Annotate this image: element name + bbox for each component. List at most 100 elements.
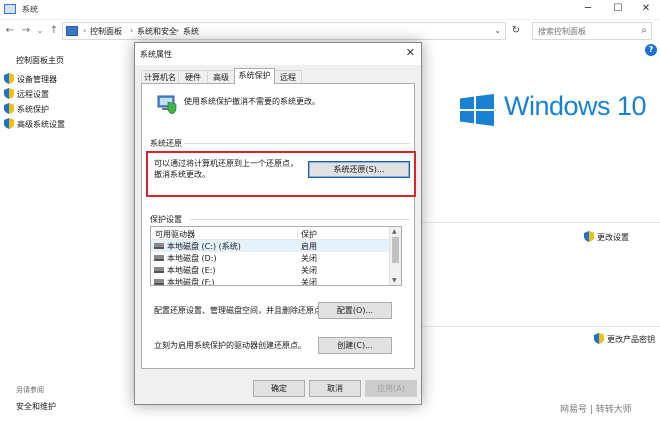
group-divider — [190, 219, 410, 220]
watermark-text: 网易号 | 转转大师 — [560, 405, 632, 415]
scroll-down-icon[interactable]: ▼ — [392, 277, 397, 284]
up-icon[interactable]: ↑ — [48, 24, 60, 38]
tab-system-protection[interactable]: 系统保护 — [234, 68, 275, 84]
hard-drive-icon — [154, 255, 164, 261]
refresh-icon[interactable]: ↻ — [510, 24, 522, 38]
search-box[interactable]: ⌕ — [532, 22, 652, 40]
system-protection-icon — [157, 95, 177, 114]
shield-icon — [4, 103, 14, 114]
address-bar[interactable]: › 控制面板 › 系统和安全 › 系统 ⌄ — [62, 22, 506, 40]
sidebar-control-panel-home[interactable]: 控制面板主页 — [16, 55, 64, 66]
dialog-title: 系统属性 — [140, 50, 172, 59]
tab-remote[interactable]: 远程 — [274, 70, 302, 84]
see-also-heading: 另请参阅 — [16, 386, 44, 394]
help-icon[interactable]: ? — [645, 44, 657, 56]
section-divider — [420, 222, 660, 223]
drive-protection-status: 关闭 — [301, 266, 317, 275]
drive-name: 本地磁盘 (F:) — [167, 278, 215, 286]
shield-icon — [4, 73, 14, 84]
apply-button[interactable]: 应用(A) — [365, 380, 417, 397]
drive-protection-status: 启用 — [301, 242, 317, 251]
sidebar-item-label: 系统保护 — [17, 105, 49, 114]
breadcrumb-control-panel[interactable]: 控制面板 — [90, 26, 122, 37]
create-button[interactable]: 创建(C)... — [318, 337, 392, 354]
configure-button[interactable]: 配置(O)... — [318, 302, 392, 319]
minimize-icon[interactable]: ─ — [576, 2, 600, 16]
list-scrollbar[interactable]: ▲ ▼ — [389, 227, 401, 285]
table-row[interactable]: 本地磁盘 (E:) 关闭 — [151, 264, 389, 276]
drive-protection-status: 关闭 — [301, 278, 317, 286]
drive-name: 本地磁盘 (E:) — [167, 266, 216, 275]
change-settings-label: 更改设置 — [597, 233, 629, 242]
shield-icon — [4, 88, 14, 99]
dialog-title-bar: 系统属性 ✕ — [135, 43, 421, 65]
sidebar-item-label: 设备管理器 — [17, 75, 57, 84]
window-title-bar: 系统 ─ ☐ ✕ — [0, 0, 660, 20]
sidebar-item-device-manager[interactable]: 设备管理器 — [4, 73, 57, 87]
shield-icon — [4, 118, 14, 129]
breadcrumb-separator-icon: › — [130, 26, 134, 35]
column-header-drives[interactable]: 可用驱动器 — [155, 229, 195, 240]
system-protection-panel: 使用系统保护撤消不需要的系统更改。 系统还原 可以通过将计算机还原到上一个还原点… — [141, 83, 416, 369]
table-row[interactable]: 本地磁盘 (C:) (系统) 启用 — [151, 240, 389, 252]
restore-description: 可以通过将计算机还原到上一个还原点，撤消系统更改。 — [154, 159, 298, 179]
drive-name: 本地磁盘 (D:) — [167, 254, 217, 263]
breadcrumb-separator-icon: › — [83, 26, 87, 35]
protection-description: 使用系统保护撤消不需要的系统更改。 — [184, 97, 320, 106]
address-dropdown-icon[interactable]: ⌄ — [494, 26, 501, 35]
search-icon[interactable]: ⌕ — [641, 25, 647, 36]
scroll-up-icon[interactable]: ▲ — [392, 228, 397, 235]
shield-icon — [584, 231, 594, 242]
sidebar-item-remote-settings[interactable]: 远程设置 — [4, 88, 49, 102]
hard-drive-icon — [154, 279, 164, 285]
security-maintenance-link[interactable]: 安全和维护 — [16, 401, 56, 412]
table-row[interactable]: 本地磁盘 (D:) 关闭 — [151, 252, 389, 264]
configure-description: 配置还原设置、管理磁盘空间，并且删除还原点。 — [154, 306, 330, 315]
cancel-button[interactable]: 取消 — [309, 380, 361, 397]
control-panel-icon — [66, 26, 78, 36]
ok-button[interactable]: 确定 — [253, 380, 305, 397]
hard-drive-icon — [154, 267, 164, 273]
protection-settings-group-label: 保护设置 — [150, 215, 182, 224]
create-description: 立刻为启用系统保护的驱动器创建还原点。 — [154, 341, 306, 350]
forward-icon[interactable]: → — [20, 24, 32, 38]
change-settings-link[interactable]: 更改设置 — [584, 231, 629, 243]
window-title: 系统 — [22, 5, 38, 14]
windows-brand-text: Windows 10 — [504, 91, 647, 121]
shield-icon — [594, 333, 604, 344]
dialog-close-icon[interactable]: ✕ — [406, 46, 415, 59]
group-divider — [184, 143, 410, 144]
system-restore-button[interactable]: 系统还原(S)... — [308, 161, 410, 178]
column-header-protection[interactable]: 保护 — [301, 229, 317, 240]
system-restore-group-label: 系统还原 — [150, 139, 182, 148]
scroll-thumb[interactable] — [392, 237, 399, 263]
sidebar-item-system-protection[interactable]: 系统保护 — [4, 103, 49, 117]
tab-advanced[interactable]: 高级 — [207, 70, 235, 84]
change-product-key-link[interactable]: 更改产品密钥 — [594, 333, 655, 345]
sidebar-item-label: 远程设置 — [17, 90, 49, 99]
recent-chevron-icon[interactable]: ⌄ — [34, 24, 46, 38]
close-icon[interactable]: ✕ — [634, 2, 658, 16]
tab-computer-name[interactable]: 计算机名 — [141, 70, 179, 84]
system-properties-dialog: 系统属性 ✕ 计算机名 硬件 高级 系统保护 远程 使用系统保护撤消不需要的系统… — [134, 42, 422, 405]
maximize-icon[interactable]: ☐ — [606, 2, 630, 16]
breadcrumb-separator-icon: › — [176, 26, 180, 35]
drive-name: 本地磁盘 (C:) (系统) — [167, 242, 241, 251]
list-header: 可用驱动器 保护 — [151, 227, 389, 240]
hard-drive-icon — [154, 243, 164, 249]
table-row[interactable]: 本地磁盘 (F:) 关闭 — [151, 276, 389, 286]
breadcrumb-system[interactable]: 系统 — [183, 26, 199, 37]
sidebar-item-advanced-settings[interactable]: 高级系统设置 — [4, 118, 65, 132]
drive-protection-list[interactable]: 可用驱动器 保护 本地磁盘 (C:) (系统) 启用 本地磁盘 (D:) 关闭 … — [150, 226, 402, 286]
drive-protection-status: 关闭 — [301, 254, 317, 263]
breadcrumb-system-security[interactable]: 系统和安全 — [137, 26, 177, 37]
system-app-icon — [4, 4, 16, 14]
windows-logo-icon — [460, 94, 494, 126]
column-separator — [297, 227, 298, 240]
sidebar-item-label: 高级系统设置 — [17, 120, 65, 129]
change-product-key-label: 更改产品密钥 — [607, 335, 655, 344]
search-input[interactable] — [533, 23, 629, 39]
back-icon[interactable]: ← — [4, 24, 16, 38]
tab-hardware[interactable]: 硬件 — [178, 70, 208, 84]
section-divider — [420, 326, 660, 327]
